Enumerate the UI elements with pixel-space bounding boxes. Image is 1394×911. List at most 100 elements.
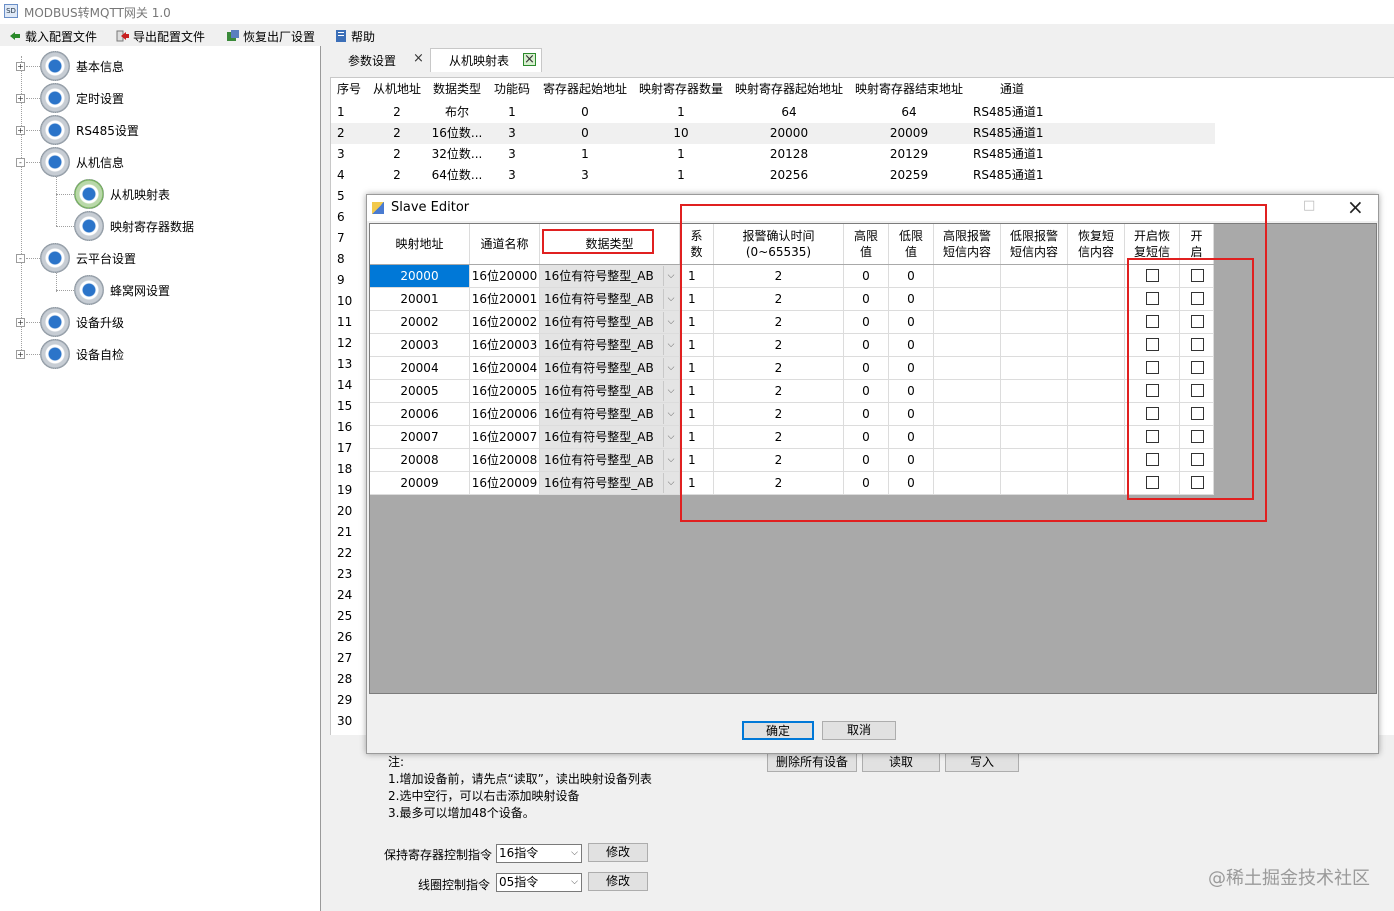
- dialog-cell-high[interactable]: 0: [844, 288, 889, 311]
- dialog-cell-restore-sms[interactable]: [1068, 288, 1125, 311]
- dialog-cell-low[interactable]: 0: [889, 426, 934, 449]
- delete-all-devices-button[interactable]: 删除所有设备: [767, 753, 857, 772]
- data-type-select[interactable]: 16位有符号整型_AB ⌵: [540, 426, 680, 449]
- dialog-cell-coef[interactable]: 1: [680, 472, 714, 495]
- data-type-select[interactable]: 16位有符号整型_AB ⌵: [540, 288, 680, 311]
- dialog-cell-confirm[interactable]: 2: [714, 288, 844, 311]
- chevron-down-icon[interactable]: ⌵: [663, 266, 678, 286]
- dialog-cell-enable[interactable]: [1180, 472, 1214, 495]
- dialog-cell-low[interactable]: 0: [889, 334, 934, 357]
- dialog-cell-restore-sms[interactable]: [1068, 265, 1125, 288]
- data-type-select[interactable]: 16位有符号整型_AB ⌵: [540, 403, 680, 426]
- dialog-row[interactable]: 20009 16位20009 16位有符号整型_AB ⌵ 1 2 0 0: [370, 472, 1214, 495]
- checkbox[interactable]: [1146, 476, 1159, 489]
- column-header[interactable]: 从机地址: [367, 78, 427, 100]
- dialog-cell-high-sms[interactable]: [934, 403, 1001, 426]
- dialog-cell-low-sms[interactable]: [1001, 334, 1068, 357]
- dialog-cell-low-sms[interactable]: [1001, 403, 1068, 426]
- checkbox[interactable]: [1190, 361, 1204, 374]
- dialog-cell-low-sms[interactable]: [1001, 472, 1068, 495]
- dialog-cell-addr[interactable]: 20000: [370, 265, 470, 288]
- dialog-cell-addr[interactable]: 20005: [370, 380, 470, 403]
- dialog-cell-high-sms[interactable]: [934, 426, 1001, 449]
- dialog-column-header[interactable]: 通道名称: [470, 224, 540, 264]
- tree-node-device-upgrade[interactable]: + 设备升级: [16, 306, 124, 338]
- dialog-cell-restore-sms[interactable]: [1068, 449, 1125, 472]
- dialog-cell-low-sms[interactable]: [1001, 426, 1068, 449]
- dialog-cell-low[interactable]: 0: [889, 311, 934, 334]
- dialog-row[interactable]: 20003 16位20003 16位有符号整型_AB ⌵ 1 2 0 0: [370, 334, 1214, 357]
- chevron-down-icon[interactable]: ⌵: [663, 381, 678, 401]
- dialog-cell-confirm[interactable]: 2: [714, 403, 844, 426]
- checkbox[interactable]: [1190, 315, 1204, 328]
- dialog-cell-high-sms[interactable]: [934, 265, 1001, 288]
- table-row[interactable]: 1 2 布尔 1 0 1 64 64 RS485通道1: [331, 102, 1215, 123]
- column-header[interactable]: 通道: [969, 78, 1055, 100]
- dialog-cell-confirm[interactable]: 2: [714, 265, 844, 288]
- dialog-cell-confirm[interactable]: 2: [714, 357, 844, 380]
- dialog-cell-restore-sms[interactable]: [1068, 380, 1125, 403]
- column-header[interactable]: 映射寄存器数量: [633, 78, 729, 100]
- tree-node-timer-settings[interactable]: + 定时设置: [16, 82, 124, 114]
- dialog-cell-high[interactable]: 0: [844, 357, 889, 380]
- collapse-icon[interactable]: -: [16, 158, 25, 167]
- dialog-cell-high-sms[interactable]: [934, 472, 1001, 495]
- dialog-cell-low[interactable]: 0: [889, 357, 934, 380]
- checkbox[interactable]: [1190, 269, 1204, 282]
- column-header[interactable]: 映射寄存器起始地址: [729, 78, 849, 100]
- dialog-cell-enable[interactable]: [1180, 380, 1214, 403]
- dialog-cell-high[interactable]: 0: [844, 334, 889, 357]
- dialog-cell-enable-restore-sms[interactable]: [1125, 334, 1180, 357]
- menu-restore-factory[interactable]: 恢复出厂设置: [226, 27, 315, 45]
- dialog-cell-low[interactable]: 0: [889, 472, 934, 495]
- tree-node-self-check[interactable]: + 设备自检: [16, 338, 124, 370]
- chevron-down-icon[interactable]: ⌵: [663, 358, 678, 378]
- dialog-cell-restore-sms[interactable]: [1068, 403, 1125, 426]
- coil-modify-button[interactable]: 修改: [588, 872, 648, 891]
- dialog-cell-restore-sms[interactable]: [1068, 472, 1125, 495]
- checkbox[interactable]: [1146, 453, 1159, 466]
- table-row[interactable]: 2 2 16位数... 3 0 10 20000 20009 RS485通道1: [331, 123, 1215, 144]
- dialog-cell-high-sms[interactable]: [934, 311, 1001, 334]
- dialog-cell-enable-restore-sms[interactable]: [1125, 357, 1180, 380]
- dialog-column-header[interactable]: 开启恢 复短信: [1125, 224, 1180, 264]
- dialog-cell-high-sms[interactable]: [934, 357, 1001, 380]
- chevron-down-icon[interactable]: ⌵: [663, 473, 678, 493]
- checkbox[interactable]: [1190, 430, 1204, 443]
- checkbox[interactable]: [1146, 315, 1159, 328]
- menu-help[interactable]: 帮助: [334, 27, 375, 45]
- dialog-cell-enable-restore-sms[interactable]: [1125, 403, 1180, 426]
- dialog-row[interactable]: 20005 16位20005 16位有符号整型_AB ⌵ 1 2 0 0: [370, 380, 1214, 403]
- column-header[interactable]: 功能码: [487, 78, 537, 100]
- expand-icon[interactable]: +: [16, 62, 25, 71]
- chevron-down-icon[interactable]: ⌵: [663, 404, 678, 424]
- dialog-cell-addr[interactable]: 20004: [370, 357, 470, 380]
- checkbox[interactable]: [1190, 407, 1204, 420]
- dialog-cell-name[interactable]: 16位20008: [470, 449, 540, 472]
- dialog-cell-enable-restore-sms[interactable]: [1125, 449, 1180, 472]
- dialog-cell-enable-restore-sms[interactable]: [1125, 311, 1180, 334]
- dialog-cell-high[interactable]: 0: [844, 426, 889, 449]
- dialog-cell-addr[interactable]: 20009: [370, 472, 470, 495]
- dialog-row[interactable]: 20004 16位20004 16位有符号整型_AB ⌵ 1 2 0 0: [370, 357, 1214, 380]
- dialog-cell-enable-restore-sms[interactable]: [1125, 426, 1180, 449]
- holding-modify-button[interactable]: 修改: [588, 843, 648, 862]
- dialog-cell-high[interactable]: 0: [844, 380, 889, 403]
- dialog-cell-enable-restore-sms[interactable]: [1125, 380, 1180, 403]
- expand-icon[interactable]: +: [16, 94, 25, 103]
- checkbox[interactable]: [1146, 338, 1159, 351]
- data-type-select[interactable]: 16位有符号整型_AB ⌵: [540, 265, 680, 288]
- close-icon[interactable]: ×: [1347, 195, 1364, 219]
- dialog-column-header[interactable]: 低限值: [889, 224, 934, 264]
- data-type-select[interactable]: 16位有符号整型_AB ⌵: [540, 334, 680, 357]
- dialog-cell-confirm[interactable]: 2: [714, 334, 844, 357]
- dialog-column-header[interactable]: 低限报警 短信内容: [1001, 224, 1068, 264]
- dialog-cell-coef[interactable]: 1: [680, 403, 714, 426]
- checkbox[interactable]: [1190, 384, 1204, 397]
- dialog-cell-name[interactable]: 16位20001: [470, 288, 540, 311]
- tree-node-cellular-settings[interactable]: 蜂窝网设置: [56, 274, 170, 306]
- tree-node-slave-info[interactable]: - 从机信息: [16, 146, 124, 178]
- checkbox[interactable]: [1146, 430, 1159, 443]
- dialog-cell-coef[interactable]: 1: [680, 380, 714, 403]
- expand-icon[interactable]: +: [16, 350, 25, 359]
